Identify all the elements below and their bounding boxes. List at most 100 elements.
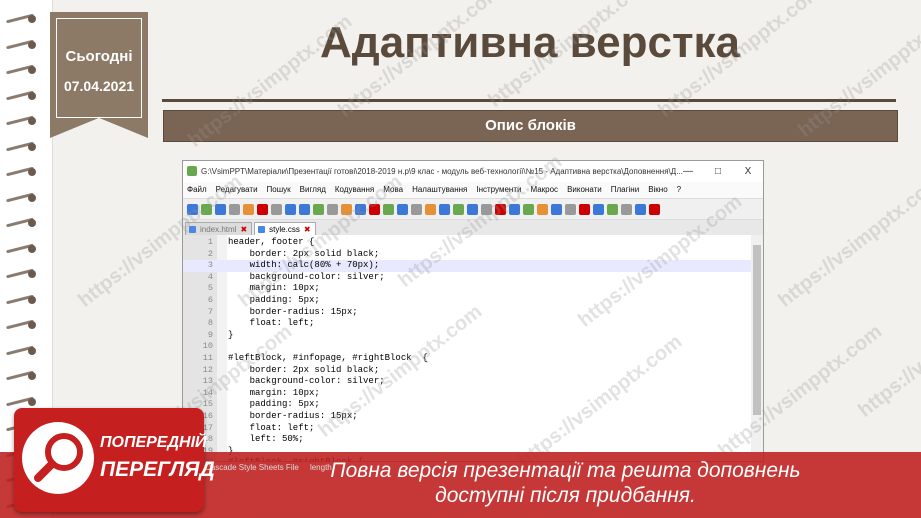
toolbar-button-icon[interactable] [201,203,212,215]
toolbar-button-icon[interactable] [285,203,296,215]
menu-item[interactable]: Редагувати [216,185,258,194]
menu-item[interactable]: Вигляд [300,185,326,194]
toolbar-button-icon[interactable] [467,203,478,215]
menu-item[interactable]: Файл [187,185,207,194]
spiral-ring [6,294,40,305]
code-line: 12 border: 2px solid black; [183,365,763,377]
code-text: border-radius: 15px; [228,411,358,421]
toolbar-button-icon[interactable] [411,203,422,215]
toolbar-button-icon[interactable] [523,203,534,215]
close-icon[interactable]: X [733,161,763,182]
toolbar-button-icon[interactable] [495,203,506,215]
spiral-hole [28,168,36,176]
toolbar-button-icon[interactable] [327,203,338,215]
code-line: 3 width: calc(80% + 70px); [183,260,763,272]
scrollbar-thumb[interactable] [753,245,761,415]
menu-item[interactable]: Інструменти [476,185,521,194]
toolbar-button-icon[interactable] [579,203,590,215]
line-number: 3 [207,260,213,271]
toolbar-button-icon[interactable] [397,203,408,215]
code-text: left: 50%; [228,434,304,445]
code-line: 6 padding: 5px; [183,295,763,307]
toolbar-button-icon[interactable] [509,203,520,215]
code-text: padding: 5px; [228,295,320,305]
watermark-text: https://vsimpptx.com [854,280,921,422]
line-number: 10 [202,341,213,352]
toolbar-button-icon[interactable] [187,203,198,215]
vertical-scrollbar[interactable] [751,235,763,461]
toolbar-button-icon[interactable] [271,203,282,215]
magnifier-icon [22,422,94,494]
toolbar-button-icon[interactable] [425,203,436,215]
date-ribbon: Сьогодні 07.04.2021 [50,12,148,138]
toolbar-button-icon[interactable] [649,203,660,215]
toolbar-button-icon[interactable] [635,203,646,215]
file-tab[interactable]: index.html ✖ [185,222,253,236]
date-label: Сьогодні [65,48,133,65]
toolbar-button-icon[interactable] [439,203,450,215]
spiral-hole [28,91,36,100]
menu-item[interactable]: Виконати [567,185,602,194]
toolbar-button-icon[interactable] [551,203,562,215]
code-text: width: calc(80% + 70px); [228,260,380,271]
toolbar-button-icon[interactable] [369,203,380,215]
line-number: 2 [207,248,213,259]
spiral-hole [28,295,36,304]
notepad-app-icon [187,166,197,176]
code-text: background-color: silver; [228,271,385,282]
code-line: 15 padding: 5px; [183,399,763,411]
title-divider [162,99,896,102]
toolbar-button-icon[interactable] [229,203,240,215]
banner-line-2: доступні після придбання. [435,484,696,507]
close-tab-icon[interactable]: ✖ [240,225,247,234]
spiral-ring [6,268,40,279]
menu-item[interactable]: Вікно [648,185,667,194]
toolbar-button-icon[interactable] [453,203,464,215]
menu-item[interactable]: Макрос [530,185,558,194]
line-number: 5 [207,283,213,294]
toolbar-button-icon[interactable] [537,203,548,215]
code-text: border: 2px solid black; [228,248,380,259]
toolbar-button-icon[interactable] [299,203,310,215]
code-line: 14 margin: 10px; [183,388,763,400]
menu-item[interactable]: ? [677,185,681,194]
spiral-hole [28,142,36,151]
minimize-icon[interactable]: — [673,161,703,182]
toolbar-button-icon[interactable] [621,203,632,215]
spiral-hole [28,372,36,380]
toolbar-button-icon[interactable] [313,203,324,215]
maximize-icon[interactable]: □ [703,161,733,182]
toolbar-button-icon[interactable] [481,203,492,215]
toolbar [183,198,763,220]
toolbar-button-icon[interactable] [341,203,352,215]
line-number: 4 [207,271,213,282]
toolbar-button-icon[interactable] [243,203,254,215]
close-tab-icon[interactable]: ✖ [304,225,311,234]
code-editor[interactable]: 1 header, footer {2 border: 2px solid bla… [183,235,763,461]
slide-title: Адаптивна верстка [320,18,740,67]
file-tab[interactable]: style.css ✖ [254,222,316,236]
line-number: 9 [207,329,213,340]
code-line: 9} [183,330,763,342]
spiral-ring [6,370,40,381]
file-icon [258,226,266,233]
code-line: 16 border-radius: 15px; [183,411,763,423]
menu-item[interactable]: Пошук [267,185,291,194]
toolbar-button-icon[interactable] [257,203,268,215]
file-icon [189,226,196,233]
line-number: 13 [202,376,213,387]
menu-item[interactable]: Кодування [335,185,374,194]
toolbar-button-icon[interactable] [383,203,394,215]
menu-item[interactable]: Плагіни [611,185,639,194]
toolbar-button-icon[interactable] [593,203,604,215]
menu-item[interactable]: Мова [383,185,403,194]
spiral-ring [6,64,40,75]
toolbar-button-icon[interactable] [565,203,576,215]
code-text: padding: 5px; [228,399,320,410]
toolbar-button-icon[interactable] [215,203,226,215]
toolbar-button-icon[interactable] [355,203,366,215]
window-controls: — □ X [673,161,763,182]
toolbar-button-icon[interactable] [607,203,618,215]
menu-item[interactable]: Налаштування [412,185,467,194]
code-line: 7 border-radius: 15px; [183,307,763,319]
